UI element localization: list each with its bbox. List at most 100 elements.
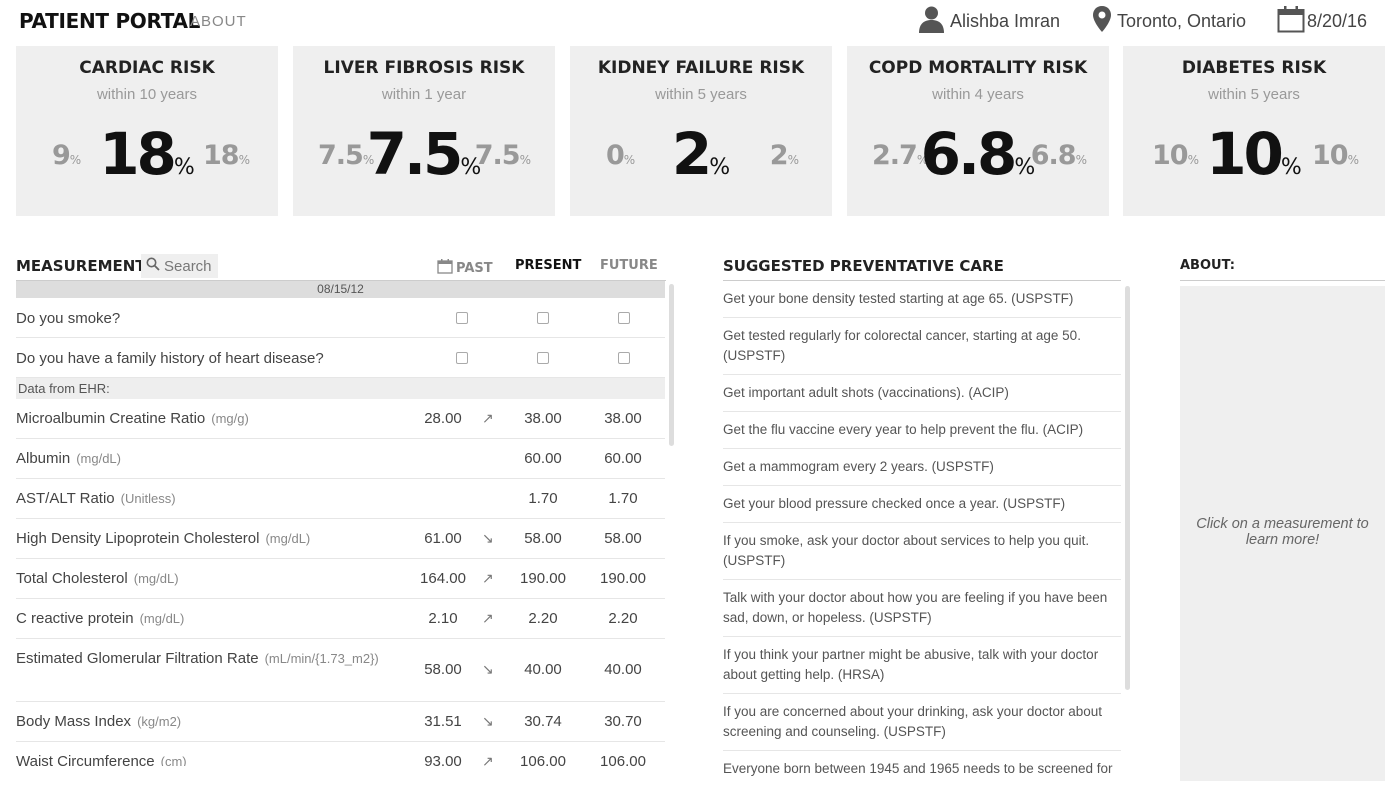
brand-title: PATIENT PORTAL	[19, 9, 201, 33]
present-value: 60.00	[524, 450, 562, 467]
care-item[interactable]: Get your blood pressure checked once a y…	[723, 486, 1121, 523]
measurement-row[interactable]: Microalbumin Creatine Ratio (mg/g) 28.00 …	[16, 399, 665, 439]
location-info[interactable]: Toronto, Ontario	[1092, 5, 1247, 36]
risk-card-diabetes[interactable]: DIABETES RISK within 5 years 10% 10% 10%	[1123, 46, 1385, 216]
risk-title: KIDNEY FAILURE RISK	[597, 58, 805, 78]
future-value: 30.70	[604, 713, 642, 730]
measurement-unit: (Unitless)	[120, 491, 176, 506]
present-value: 40.00	[524, 661, 562, 678]
present-value: 30.74	[524, 713, 562, 730]
search-input[interactable]: Search	[141, 254, 218, 278]
measurement-unit: (mg/dL)	[76, 451, 121, 466]
measurement-row[interactable]: High Density Lipoprotein Cholesterol (mg/…	[16, 519, 665, 559]
present-value: 190.00	[520, 570, 566, 587]
care-scrollbar[interactable]	[1125, 286, 1130, 690]
risk-timeframe: within 4 years	[932, 86, 1024, 103]
measurement-row[interactable]: Waist Circumference (cm) 93.00 ↗ 106.00 1…	[16, 742, 665, 766]
trend-up-icon: ↗	[482, 570, 494, 586]
risk-future-value: 10%	[1312, 140, 1359, 171]
measurement-unit: (mg/g)	[211, 411, 249, 426]
present-checkbox[interactable]	[537, 312, 549, 324]
care-item[interactable]: Talk with your doctor about how you are …	[723, 580, 1121, 637]
question-row: Do you have a family history of heart di…	[16, 338, 665, 378]
question-label: Do you have a family history of heart di…	[16, 350, 324, 367]
about-link[interactable]: ABOUT	[190, 13, 247, 30]
measurement-row[interactable]: C reactive protein (mg/dL) 2.10 ↗ 2.20 2.…	[16, 599, 665, 639]
location-text: Toronto, Ontario	[1117, 10, 1247, 31]
past-checkbox[interactable]	[456, 312, 468, 324]
ehr-section-label: Data from EHR:	[16, 378, 665, 399]
risk-card-kidney[interactable]: KIDNEY FAILURE RISK within 5 years 0% 2%…	[570, 46, 832, 216]
future-value: 2.20	[608, 610, 638, 627]
risk-card-copd[interactable]: COPD MORTALITY RISK within 4 years 2.7% …	[847, 46, 1109, 216]
measurements-list[interactable]: 08/15/12 Do you smoke? Do you have a fam…	[16, 281, 666, 766]
divider	[1180, 280, 1385, 281]
user-info[interactable]: Alishba Imran	[918, 6, 1060, 36]
measurement-unit: (mg/dL)	[139, 611, 185, 626]
future-checkbox[interactable]	[618, 312, 630, 324]
care-item[interactable]: Get a mammogram every 2 years. (USPSTF)	[723, 449, 1121, 486]
past-value: 2.10	[428, 610, 458, 627]
care-item[interactable]: If you think your partner might be abusi…	[723, 637, 1121, 694]
trend-down-icon: ↘	[482, 530, 494, 546]
calendar-icon	[437, 258, 453, 278]
care-item[interactable]: Get the flu vaccine every year to help p…	[723, 412, 1121, 449]
measurement-row[interactable]: Total Cholesterol (mg/dL) 164.00 ↗ 190.00…	[16, 559, 665, 599]
risk-future-value: 18%	[203, 140, 250, 171]
measurements-scrollbar[interactable]	[669, 284, 674, 446]
care-item[interactable]: Get important adult shots (vaccinations)…	[723, 375, 1121, 412]
search-placeholder: Search	[164, 257, 212, 275]
care-item[interactable]: Everyone born between 1945 and 1965 need…	[723, 751, 1121, 779]
future-checkbox[interactable]	[618, 352, 630, 364]
about-hint: Click on a measurement to learn more!	[1196, 516, 1369, 548]
risk-title: COPD MORTALITY RISK	[868, 58, 1088, 78]
header: PATIENT PORTAL ABOUT Alishba Imran Toron…	[0, 0, 1400, 44]
trend-up-icon: ↗	[482, 753, 494, 766]
question-row: Do you smoke?	[16, 298, 665, 338]
measurement-name: Estimated Glomerular Filtration Rate	[16, 650, 259, 667]
future-value: 1.70	[608, 490, 638, 507]
calendar-icon	[1277, 5, 1305, 38]
risk-card-liver[interactable]: LIVER FIBROSIS RISK within 1 year 7.5% 7…	[293, 46, 555, 216]
future-value: 106.00	[600, 753, 646, 766]
past-value: 58.00	[424, 661, 462, 678]
care-item[interactable]: If you are concerned about your drinking…	[723, 694, 1121, 751]
past-checkbox[interactable]	[456, 352, 468, 364]
risk-future-value: 6.8%	[1030, 140, 1087, 171]
column-past[interactable]: PAST	[437, 258, 493, 278]
care-item[interactable]: Get your bone density tested starting at…	[723, 281, 1121, 318]
risk-card-cardiac[interactable]: CARDIAC RISK within 10 years 9% 18% 18%	[16, 46, 278, 216]
measurement-unit: (kg/m2)	[137, 714, 182, 729]
risk-future-value: 2%	[769, 140, 799, 171]
future-value: 190.00	[600, 570, 646, 587]
care-title: SUGGESTED PREVENTATIVE CARE	[723, 257, 1004, 275]
care-item[interactable]: If you smoke, ask your doctor about serv…	[723, 523, 1121, 580]
measurement-row[interactable]: Albumin (mg/dL) 60.00 60.00	[16, 439, 665, 479]
future-value: 58.00	[604, 530, 642, 547]
care-list[interactable]: Get your bone density tested starting at…	[723, 281, 1121, 779]
date-info[interactable]: 8/20/16	[1277, 5, 1368, 38]
measurement-unit: (mg/dL)	[265, 531, 311, 546]
measurement-name: Body Mass Index	[16, 713, 132, 730]
present-value: 2.20	[528, 610, 558, 627]
measurement-row[interactable]: Body Mass Index (kg/m2) 31.51 ↘ 30.74 30.…	[16, 702, 665, 742]
measurement-unit: (mg/dL)	[133, 571, 179, 586]
measurement-row[interactable]: AST/ALT Ratio (Unitless) 1.70 1.70	[16, 479, 665, 519]
risk-timeframe: within 5 years	[655, 86, 747, 103]
measurement-row[interactable]: Estimated Glomerular Filtration Rate (mL/…	[16, 639, 665, 702]
measurement-name: High Density Lipoprotein Cholesterol	[16, 530, 260, 547]
column-future[interactable]: FUTURE	[600, 258, 658, 273]
care-item[interactable]: Get tested regularly for colorectal canc…	[723, 318, 1121, 375]
column-present[interactable]: PRESENT	[515, 258, 581, 273]
past-date-band: 08/15/12	[16, 281, 665, 298]
future-value: 38.00	[604, 410, 642, 427]
present-value: 106.00	[520, 753, 566, 766]
about-title: ABOUT:	[1180, 258, 1235, 273]
risk-title: DIABETES RISK	[1181, 58, 1327, 78]
risk-title: CARDIAC RISK	[79, 58, 215, 78]
date-text: 8/20/16	[1307, 10, 1368, 31]
measurement-name: Waist Circumference	[16, 753, 155, 766]
user-icon	[918, 5, 945, 38]
risk-future-value: 7.5%	[474, 140, 531, 171]
present-checkbox[interactable]	[537, 352, 549, 364]
